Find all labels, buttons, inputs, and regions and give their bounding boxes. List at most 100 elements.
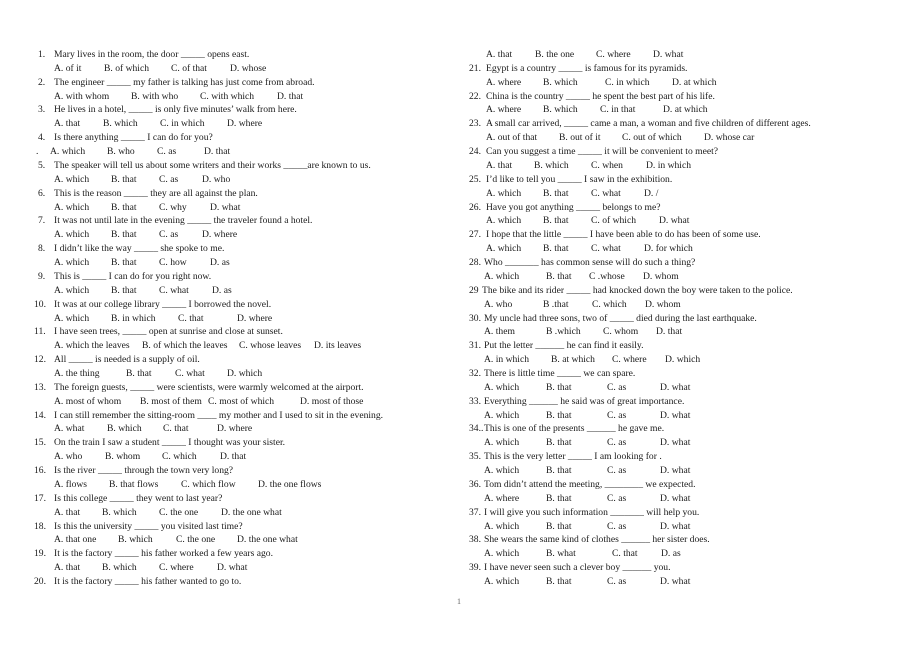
answer-option: B. that — [546, 270, 572, 282]
answer-option: A. where — [486, 76, 522, 88]
answer-option: D. what — [660, 520, 691, 532]
question-number: 2. — [38, 76, 46, 88]
answer-option: A. that — [54, 118, 81, 130]
answer-option: A. which — [54, 229, 90, 241]
answer-option: D. / — [644, 187, 659, 199]
answer-option: B. that — [546, 465, 572, 477]
answer-option: B. that — [111, 229, 137, 241]
answer-option: B. that — [546, 409, 572, 421]
question-number: 20. — [34, 576, 46, 588]
answer-option: A. which — [484, 465, 520, 477]
question-number: 7. — [38, 215, 46, 227]
answer-option: B. which — [534, 159, 569, 171]
question-number: 4. — [38, 132, 46, 144]
question-number: 19. — [34, 548, 46, 560]
question-number: 16. — [34, 465, 46, 477]
question-number: 15. — [34, 437, 46, 449]
answer-option: C. as — [157, 146, 177, 158]
answer-option: A. most of whom — [54, 395, 122, 407]
answer-option: A. that — [486, 159, 513, 171]
question-number: 38. — [469, 534, 481, 546]
question-text: He lives in a hotel, _____ is only five … — [54, 104, 297, 116]
question-number: 21. — [469, 62, 481, 74]
answer-option: C. what — [175, 368, 205, 379]
answer-option: B. that — [126, 368, 152, 379]
answer-option: D. where — [237, 312, 273, 324]
answer-option: B. out of it — [559, 132, 601, 144]
question-text: Is this college _____ they went to last … — [54, 492, 223, 504]
answer-option: A. which — [484, 437, 520, 449]
answer-option: A. which — [54, 201, 90, 213]
question-number: 10. — [34, 298, 46, 310]
question-number: 25. — [469, 173, 481, 185]
answer-option: D. the one what — [221, 506, 282, 518]
answer-option: D. at which — [672, 76, 717, 88]
answer-option: B. that — [546, 492, 572, 504]
answer-option: D. that — [656, 326, 683, 338]
answer-option: A. out of that — [486, 132, 538, 144]
question-text: A small car arrived, _____ came a man, a… — [486, 118, 811, 130]
question-text: I can still remember the sitting-room __… — [54, 409, 384, 421]
question-text: The engineer _____ my father is talking … — [54, 76, 315, 88]
answer-option: B. in which — [111, 312, 156, 324]
question-text: This is the reason _____ they are all ag… — [54, 187, 258, 199]
answer-option: C. which — [592, 298, 627, 310]
answer-option: D. as — [661, 548, 681, 560]
answer-option: C. how — [159, 257, 187, 269]
answer-option: C. out of which — [622, 132, 682, 144]
answer-option: B. which — [107, 423, 142, 435]
answer-option: B. most of them — [140, 395, 202, 407]
answer-option: C. which flow — [181, 478, 236, 490]
answer-option: D. what — [660, 492, 691, 504]
question-number: 3. — [38, 104, 46, 116]
answer-option: D. as — [210, 257, 230, 269]
answer-option: C. the one — [176, 534, 216, 546]
answer-option: A. what — [54, 423, 85, 435]
answer-option: B. which — [102, 506, 137, 518]
answer-option: D. whose car — [704, 132, 755, 144]
question-number: 11. — [34, 326, 46, 338]
answer-option: A. which — [486, 215, 522, 227]
answer-option: C. that — [163, 423, 189, 435]
answer-option: D. what — [660, 576, 691, 588]
answer-option: A. flows — [54, 478, 88, 490]
page-number: 1 — [457, 597, 461, 606]
answer-option: C. which — [162, 451, 197, 463]
answer-option: D. at which — [663, 104, 708, 116]
answer-option: A. them — [484, 326, 515, 338]
question-text: Put the letter ______ he can find it eas… — [484, 340, 644, 352]
answer-option: B. that — [546, 520, 572, 532]
question-number: 17. — [34, 492, 46, 504]
answer-option: B. that — [546, 576, 572, 588]
answer-option: D. what — [660, 465, 691, 477]
answer-option: A. where — [484, 492, 520, 504]
question-text: This is one of the presents ______ he ga… — [484, 423, 665, 435]
answer-option: C. as — [607, 409, 627, 421]
question-number: 24. — [469, 146, 481, 158]
answer-option: A. which — [486, 243, 522, 255]
question-text: Can you suggest a time _____ it will be … — [486, 146, 719, 158]
answer-option: B. that — [546, 437, 572, 449]
answer-option: D. whose — [230, 62, 267, 74]
answer-option: A. which — [484, 270, 520, 282]
answer-option: B. which — [118, 534, 153, 546]
question-text: It was not until late in the evening ___… — [54, 215, 313, 227]
question-number: 33. — [469, 395, 481, 407]
answer-option: B. that — [543, 243, 569, 255]
answer-option: C. where — [612, 354, 647, 366]
answer-option: B. that — [111, 284, 137, 296]
answer-option: C. whom — [603, 326, 639, 338]
question-number: 1. — [38, 49, 46, 60]
question-number: 23. — [469, 118, 481, 130]
question-text: It was at our college library _____ I bo… — [54, 298, 272, 310]
question-text: The speaker will tell us about some writ… — [54, 159, 371, 171]
answer-option: B. who — [107, 146, 135, 158]
answer-option: D. in which — [646, 159, 692, 171]
question-number: 36. — [469, 478, 481, 490]
question-text: All _____ is needed is a supply of oil. — [54, 354, 200, 366]
answer-option: C. as — [607, 465, 627, 477]
answer-option: C. as — [607, 520, 627, 532]
answer-option: C. with which — [200, 90, 255, 102]
answer-option: D. the one what — [237, 534, 298, 546]
exam-page: 1. Mary lives in the room, the door _____… — [0, 0, 920, 650]
